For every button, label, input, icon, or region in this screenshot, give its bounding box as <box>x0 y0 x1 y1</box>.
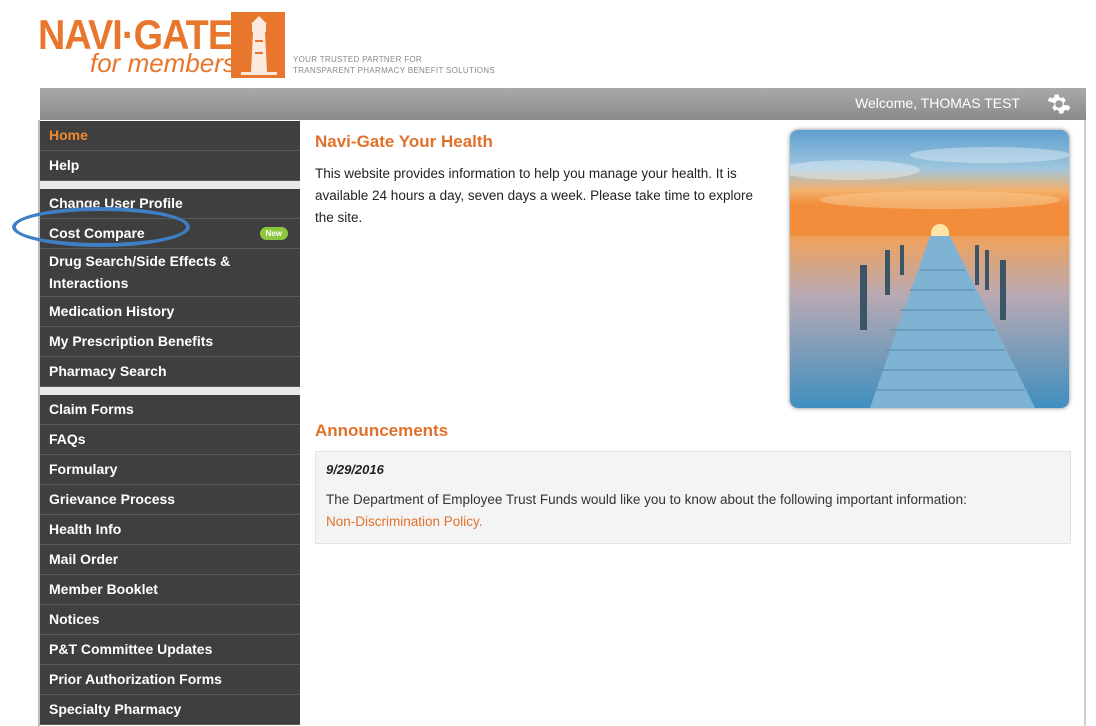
announcement-date: 9/29/2016 <box>326 462 384 477</box>
sidebar-item-mail-order[interactable]: Mail Order <box>40 545 300 575</box>
logo-subtitle: for members <box>90 48 236 78</box>
sidebar-item-prescription-benefits[interactable]: My Prescription Benefits <box>40 327 300 357</box>
nav-separator <box>40 181 300 189</box>
nav-group-main: Home Help <box>40 121 300 181</box>
sidebar-item-prior-authorization-forms[interactable]: Prior Authorization Forms <box>40 665 300 695</box>
nav-group-resources: Claim Forms FAQs Formulary Grievance Pro… <box>40 395 300 725</box>
intro-text: This website provides information to hel… <box>315 166 754 225</box>
announcement-link-line: Non-Discrimination Policy. <box>326 511 1060 533</box>
sidebar-item-drug-search[interactable]: Drug Search/Side Effects & Interactions <box>40 249 300 297</box>
nav-separator <box>40 387 300 395</box>
link-suffix: . <box>478 514 483 529</box>
lighthouse-logo-icon <box>231 12 285 78</box>
sidebar-item-notices[interactable]: Notices <box>40 605 300 635</box>
welcome-message: Welcome, THOMAS TEST <box>855 95 1020 111</box>
sidebar-item-pharmacy-search[interactable]: Pharmacy Search <box>40 357 300 387</box>
logo[interactable]: NAVI·GATE for members YOUR TRUSTED PARTN… <box>38 12 598 82</box>
tagline-line-2: TRANSPARENT PHARMACY BENEFIT SOLUTIONS <box>293 66 495 75</box>
announcement-box: 9/29/2016 The Department of Employee Tru… <box>315 451 1071 544</box>
sidebar-item-health-info[interactable]: Health Info <box>40 515 300 545</box>
sidebar-item-claim-forms[interactable]: Claim Forms <box>40 395 300 425</box>
sidebar-item-faqs[interactable]: FAQs <box>40 425 300 455</box>
page-title: Navi-Gate Your Health <box>315 132 493 151</box>
top-bar: Welcome, THOMAS TEST <box>40 88 1086 120</box>
sidebar-item-pt-committee-updates[interactable]: P&T Committee Updates <box>40 635 300 665</box>
highlight-oval <box>12 207 190 247</box>
sidebar-item-home[interactable]: Home <box>40 121 300 151</box>
sidebar-item-medication-history[interactable]: Medication History <box>40 297 300 327</box>
sidebar-item-help[interactable]: Help <box>40 151 300 181</box>
sidebar-item-member-booklet[interactable]: Member Booklet <box>40 575 300 605</box>
pier-sunset-image <box>790 130 1069 408</box>
sidebar-item-specialty-pharmacy[interactable]: Specialty Pharmacy <box>40 695 300 725</box>
non-discrimination-policy-link[interactable]: Non-Discrimination Policy <box>326 514 479 529</box>
gear-icon[interactable] <box>1046 91 1072 117</box>
announcements-title: Announcements <box>315 421 449 440</box>
logo-tagline: YOUR TRUSTED PARTNER FOR TRANSPARENT PHA… <box>293 54 495 76</box>
announcement-text: The Department of Employee Trust Funds w… <box>326 492 967 507</box>
sidebar-item-formulary[interactable]: Formulary <box>40 455 300 485</box>
sidebar-item-grievance-process[interactable]: Grievance Process <box>40 485 300 515</box>
new-badge: New <box>259 227 288 240</box>
frame-border-right <box>1084 120 1086 726</box>
tagline-line-1: YOUR TRUSTED PARTNER FOR <box>293 55 422 64</box>
